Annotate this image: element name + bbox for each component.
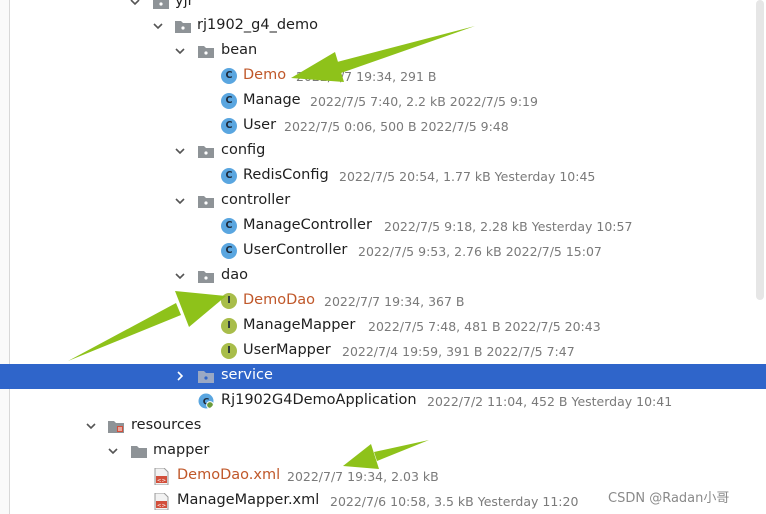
annotation-arrow-head-demodao-xml [343,444,379,469]
annotation-arrow-demodao [68,303,181,361]
annotation-arrow-head-demodao [175,291,226,327]
annotation-arrows [68,26,475,469]
csdn-watermark: CSDN @Radan小哥 [608,491,730,506]
annotation-arrow-demo [337,26,475,73]
annotation-arrow-demodao-xml [374,440,429,461]
annotation-arrow-head-demo [291,52,344,82]
